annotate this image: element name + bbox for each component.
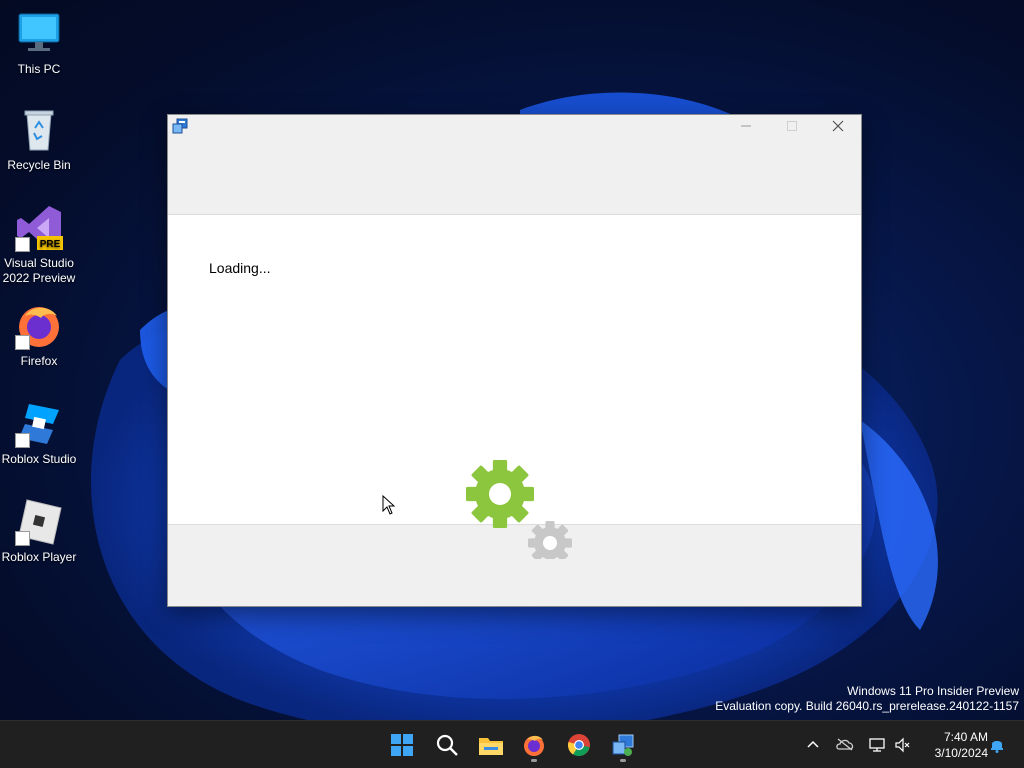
desktop-icon-firefox[interactable]: Firefox [0, 302, 78, 369]
onedrive-icon [836, 738, 854, 751]
watermark-build: Evaluation copy. Build 26040.rs_prerelea… [715, 699, 1019, 713]
file-explorer-icon [479, 738, 503, 755]
shortcut-arrow-icon [15, 335, 30, 350]
loading-text: Loading... [209, 260, 271, 276]
desktop-icon-label: This PC [17, 62, 61, 76]
notification-bell-icon [991, 741, 1003, 753]
desktop-icon-label: Recycle Bin [7, 158, 71, 172]
taskbar-chrome[interactable] [561, 727, 597, 763]
roblox-player-icon [15, 498, 63, 546]
running-indicator [620, 759, 626, 762]
start-button[interactable] [384, 727, 420, 763]
show-hidden-icons-button[interactable] [806, 737, 820, 756]
minimize-button[interactable] [723, 115, 769, 137]
desktop-icon-label: Roblox Player [1, 550, 77, 564]
title-bar[interactable] [168, 115, 861, 137]
desktop-icon-roblox-studio[interactable]: Roblox Studio [0, 400, 78, 467]
installer-icon [172, 118, 188, 139]
start-icon [391, 734, 413, 756]
minimize-icon [741, 125, 751, 127]
chevron-up-icon [807, 740, 819, 748]
window-content: Loading... [168, 214, 861, 559]
chrome-icon [567, 734, 590, 757]
watermark-edition: Windows 11 Pro Insider Preview [847, 684, 1019, 698]
volume-muted-icon [895, 737, 910, 753]
search-button[interactable] [429, 727, 465, 763]
network-icon [869, 738, 885, 752]
large-gear-icon [466, 460, 534, 528]
onedrive-button[interactable] [836, 737, 854, 756]
installer-icon [612, 734, 634, 756]
desktop-icon-label: Firefox [20, 354, 58, 368]
taskbar-firefox[interactable] [516, 727, 552, 763]
window-header-band [168, 137, 861, 214]
desktop-watermark: Windows 11 Pro Insider Preview Evaluatio… [715, 684, 1019, 714]
installer-window[interactable]: Loading... [167, 114, 862, 607]
desktop-icon-label: Roblox Studio [1, 452, 77, 466]
notifications-button[interactable] [989, 737, 1005, 758]
search-icon [436, 734, 458, 756]
desktop-icon-visual-studio[interactable]: PRE Visual Studio 2022 Preview [0, 204, 78, 286]
shortcut-arrow-icon [15, 237, 30, 252]
monitor-icon [15, 10, 63, 58]
running-indicator [531, 759, 537, 762]
pre-badge: PRE [40, 239, 61, 250]
taskbar-installer[interactable] [605, 727, 641, 763]
mouse-cursor [382, 495, 396, 515]
desktop-icon-roblox-player[interactable]: Roblox Player [0, 498, 78, 565]
close-icon [832, 120, 844, 132]
desktop: This PC Recycle Bin PRE Visual Studio 20… [0, 0, 1024, 768]
maximize-button[interactable] [769, 115, 815, 137]
shortcut-arrow-icon [15, 433, 30, 448]
close-button[interactable] [815, 115, 861, 137]
shortcut-arrow-icon [15, 531, 30, 546]
desktop-icon-label: Visual Studio 2022 Preview [2, 256, 76, 285]
visual-studio-icon: PRE [15, 204, 63, 252]
recycle-bin-icon [15, 106, 63, 154]
desktop-icon-this-pc[interactable]: This PC [0, 10, 78, 77]
taskbar-file-explorer[interactable] [473, 727, 509, 763]
taskbar: 7:40 AM 3/10/2024 [0, 720, 1024, 768]
roblox-studio-icon [15, 400, 63, 448]
loading-gears-icon [466, 460, 572, 559]
clock-date: 3/10/2024 [934, 746, 988, 760]
clock-time: 7:40 AM [943, 730, 988, 744]
desktop-icon-recycle-bin[interactable]: Recycle Bin [0, 106, 78, 173]
clock[interactable]: 7:40 AM 3/10/2024 [916, 729, 988, 761]
maximize-icon [787, 121, 797, 131]
firefox-icon [15, 302, 63, 350]
firefox-icon [524, 735, 544, 756]
small-gear-icon [528, 521, 572, 559]
volume-button[interactable] [894, 737, 912, 758]
network-button[interactable] [868, 737, 886, 758]
